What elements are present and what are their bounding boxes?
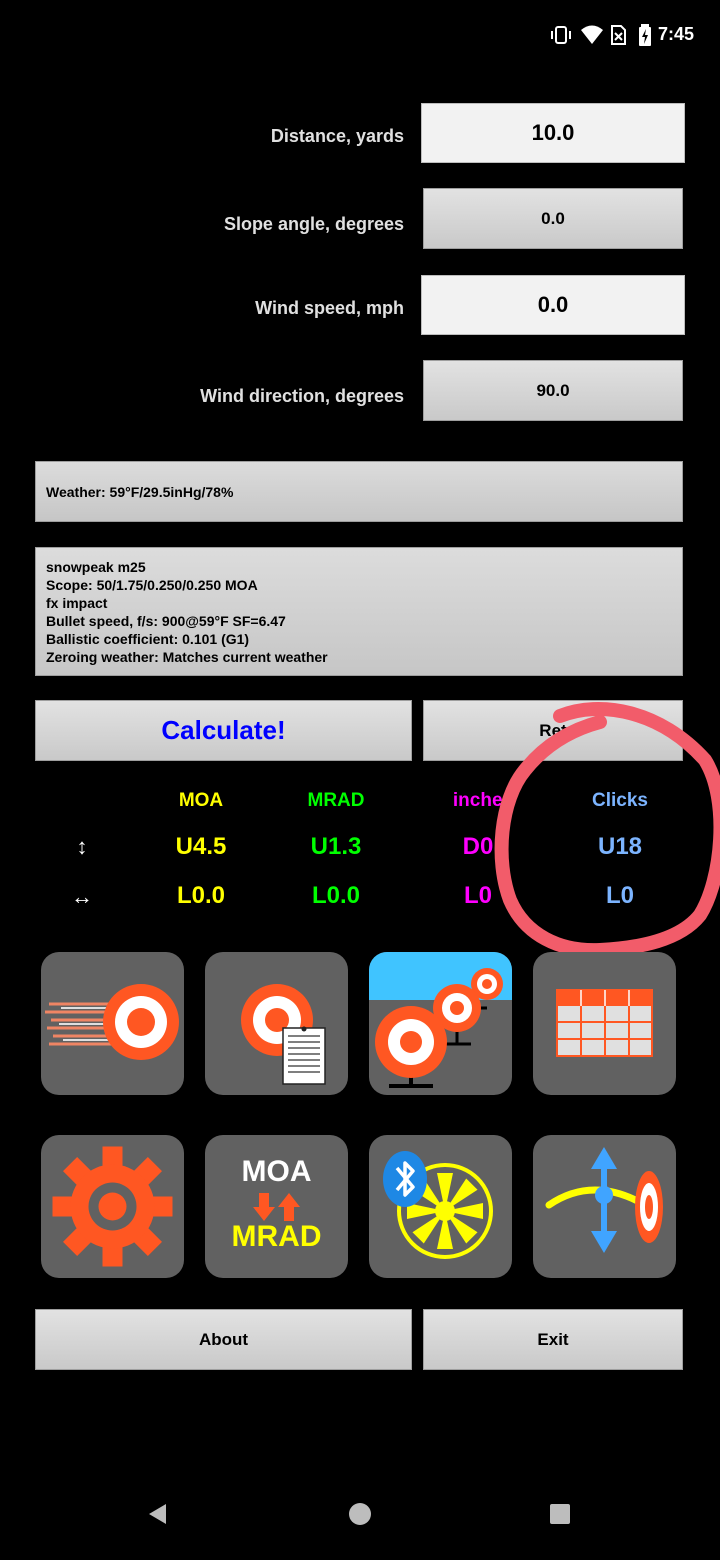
- wind-speed-input[interactable]: 0.0: [421, 275, 685, 335]
- retrieve-button[interactable]: Ret: [423, 700, 683, 761]
- wind-direction-input[interactable]: 90.0: [423, 360, 683, 421]
- exit-button[interactable]: Exit: [423, 1309, 683, 1370]
- weather-text: Weather: 59°F/29.5inHg/78%: [46, 483, 234, 500]
- slope-angle-input[interactable]: 0.0: [423, 188, 683, 249]
- trajectory-arrows-icon: [545, 1147, 663, 1253]
- clock: 7:45: [657, 24, 694, 44]
- range-targets-tile[interactable]: [369, 952, 512, 1095]
- about-button[interactable]: About: [35, 1309, 412, 1370]
- vertical-arrow-icon: ↕: [76, 834, 88, 859]
- battery-charging-icon: [639, 24, 651, 46]
- horizontal-inches: L0: [463, 882, 492, 909]
- horizontal-arrow-icon: ↔: [71, 884, 93, 909]
- gear-icon: [52, 1146, 173, 1267]
- recents-icon[interactable]: [548, 1502, 572, 1526]
- horizontal-clicks: L0: [605, 882, 634, 909]
- mrad-header: MRAD: [307, 790, 365, 811]
- profile-ballistic-coefficient: Ballistic coefficient: 0.101 (G1): [46, 631, 250, 647]
- bluetooth-anemometer-icon: [383, 1151, 493, 1259]
- wifi-icon: [581, 25, 603, 44]
- table-icon: [556, 989, 653, 1057]
- horizontal-moa: L0.0: [176, 882, 226, 909]
- weather-button[interactable]: Weather: 59°F/29.5inHg/78%: [35, 461, 683, 522]
- sim-icon: [611, 25, 626, 45]
- profile-projectile: fx impact: [46, 595, 108, 611]
- horizontal-mrad: L0.0: [311, 882, 361, 909]
- wind-direction-label: Wind direction, degrees: [200, 386, 404, 406]
- status-bar: 7:45: [0, 0, 720, 72]
- clicks-header: Clicks: [592, 790, 648, 811]
- home-icon[interactable]: [348, 1502, 372, 1526]
- distance-input[interactable]: 10.0: [421, 103, 685, 163]
- bluetooth-wind-meter-tile[interactable]: [369, 1135, 512, 1278]
- profile-rifle: snowpeak m25: [46, 559, 146, 575]
- profile-bullet-speed: Bullet speed, f/s: 900@59°F SF=6.47: [46, 613, 286, 629]
- fast-target-icon: [45, 984, 179, 1060]
- profile-button[interactable]: snowpeak m25 Scope: 50/1.75/0.250/0.250 …: [35, 547, 683, 676]
- slope-angle-label: Slope angle, degrees: [223, 214, 404, 234]
- unit-converter-tile[interactable]: MOA MRAD: [205, 1135, 348, 1278]
- settings-tile[interactable]: [41, 1135, 184, 1278]
- navigation-bar: [0, 1490, 720, 1560]
- trajectory-tile[interactable]: [41, 952, 184, 1095]
- back-icon[interactable]: [146, 1502, 170, 1526]
- multiple-targets-icon: [369, 952, 512, 1088]
- target-report-tile[interactable]: [205, 952, 348, 1095]
- swap-arrows-icon: [253, 1193, 300, 1221]
- wind-speed-label: Wind speed, mph: [255, 298, 404, 318]
- vertical-moa: U4.5: [175, 833, 227, 860]
- inches-header: inches: [452, 790, 514, 811]
- converter-mrad-label: MRAD: [231, 1220, 322, 1253]
- target-document-icon: [241, 984, 326, 1085]
- moa-header: MOA: [178, 790, 224, 811]
- vertical-inches: D0: [462, 833, 494, 860]
- calculate-button[interactable]: Calculate!: [35, 700, 412, 761]
- distance-label: Distance, yards: [270, 126, 404, 146]
- vertical-mrad: U1.3: [310, 833, 362, 860]
- ballistic-table-tile[interactable]: [533, 952, 676, 1095]
- profile-scope: Scope: 50/1.75/0.250/0.250 MOA: [46, 577, 258, 593]
- vibrate-icon: [551, 26, 571, 44]
- vertical-clicks: U18: [597, 833, 643, 860]
- profile-zeroing-weather: Zeroing weather: Matches current weather: [46, 649, 328, 665]
- reticle-adjustment-tile[interactable]: [533, 1135, 676, 1278]
